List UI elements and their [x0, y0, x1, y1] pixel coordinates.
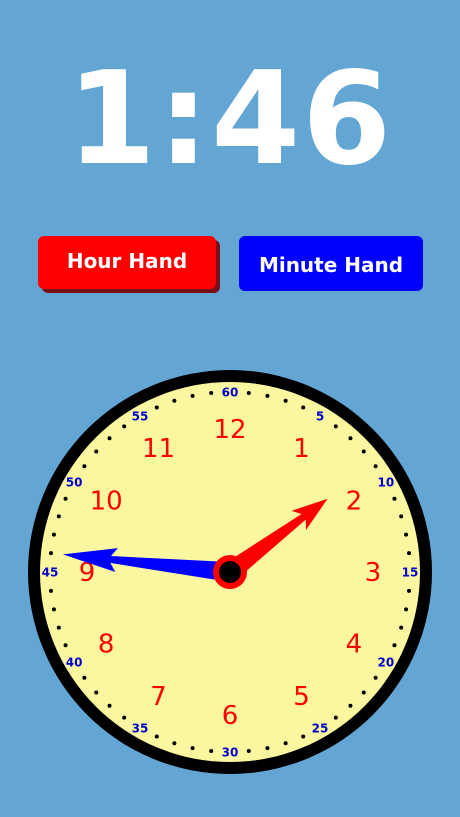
minute-tick [94, 449, 99, 454]
minute-label: 20 [378, 656, 395, 670]
minute-tick [407, 588, 412, 593]
minute-label: 35 [132, 721, 149, 735]
minute-tick [122, 424, 127, 429]
minute-tick [56, 625, 61, 630]
minute-tick [373, 675, 378, 680]
minute-tick [361, 690, 366, 695]
minute-tick [265, 393, 270, 398]
center-dot [219, 561, 241, 583]
hour-number: 1 [293, 434, 310, 464]
minute-tick [48, 551, 53, 556]
minute-label: 45 [42, 566, 59, 580]
minute-label: 60 [222, 386, 239, 400]
hour-number: 10 [90, 487, 123, 517]
minute-tick [265, 746, 270, 751]
minute-tick [154, 734, 159, 739]
hour-number: 7 [150, 682, 167, 712]
hour-number: 6 [222, 701, 239, 731]
minute-tick [122, 715, 127, 720]
minute-tick [392, 643, 397, 648]
hour-number: 5 [293, 682, 310, 712]
minute-tick [407, 551, 412, 556]
minute-tick [333, 715, 338, 720]
minute-tick [373, 464, 378, 469]
minute-tick [246, 749, 251, 754]
minute-tick [48, 588, 53, 593]
hour-number: 8 [98, 630, 115, 660]
hour-number: 11 [142, 434, 175, 464]
minute-tick [399, 625, 404, 630]
minute-tick [399, 514, 404, 519]
minute-tick [190, 393, 195, 398]
hour-number: 3 [365, 558, 382, 588]
hour-number: 4 [346, 630, 363, 660]
minute-tick [154, 405, 159, 410]
minute-tick [94, 690, 99, 695]
minute-tick [348, 436, 353, 441]
minute-tick [51, 532, 56, 537]
minute-tick [348, 703, 353, 708]
minute-tick [246, 390, 251, 395]
minute-label: 25 [312, 721, 329, 735]
minute-tick [51, 607, 56, 612]
minute-tick [283, 398, 288, 403]
minute-tick [209, 749, 214, 754]
minute-label: 30 [222, 746, 239, 760]
minute-tick [404, 607, 409, 612]
minute-label: 5 [316, 410, 324, 424]
minute-label: 50 [66, 476, 83, 490]
minute-label: 10 [378, 476, 395, 490]
minute-tick [361, 449, 366, 454]
minute-label: 15 [402, 566, 419, 580]
minute-tick [283, 741, 288, 746]
minute-tick [404, 532, 409, 537]
minute-tick [63, 643, 68, 648]
minute-tick [392, 496, 397, 501]
hour-number: 2 [346, 487, 363, 517]
minute-tick [209, 390, 214, 395]
minute-tick [333, 424, 338, 429]
minute-tick [82, 675, 87, 680]
minute-tick [56, 514, 61, 519]
minute-label: 55 [132, 410, 149, 424]
minute-tick [172, 398, 177, 403]
minute-tick [107, 436, 112, 441]
minute-tick [301, 405, 306, 410]
analog-clock: 60510152025303540455055 121234567891011 [28, 370, 432, 774]
minute-label: 40 [66, 656, 83, 670]
minute-tick [63, 496, 68, 501]
minute-tick [107, 703, 112, 708]
minute-tick [82, 464, 87, 469]
hour-number: 12 [213, 415, 246, 445]
minute-tick [172, 741, 177, 746]
minute-tick [301, 734, 306, 739]
minute-tick [190, 746, 195, 751]
